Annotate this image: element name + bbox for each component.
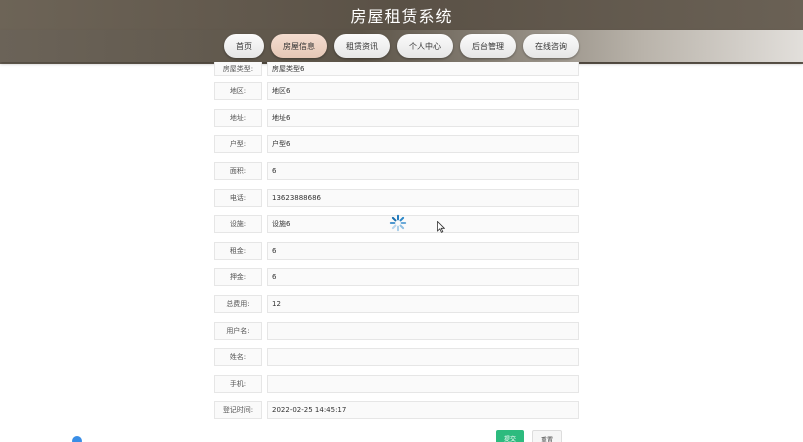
- deposit-label: 押金:: [214, 268, 262, 287]
- rent-label: 租金:: [214, 241, 262, 260]
- form-row-area: 面积: 6: [214, 158, 579, 185]
- layout-field[interactable]: 户型6: [267, 135, 579, 154]
- layout-label: 户型:: [214, 135, 262, 154]
- form-row-region: 地区: 地区6: [214, 78, 579, 105]
- nav-home-label: 首页: [236, 41, 252, 51]
- nav-admin-label: 后台管理: [472, 41, 504, 51]
- header: 房屋租赁系统 首页 房屋信息 租赁资讯 个人中心 后台管理 在线咨询: [0, 0, 803, 64]
- mouse-cursor-icon: [437, 221, 445, 233]
- phone-field[interactable]: 13623888686: [267, 188, 579, 207]
- reset-button[interactable]: 重置: [532, 430, 562, 442]
- address-label: 地址:: [214, 108, 262, 127]
- name-label: 姓名:: [214, 348, 262, 367]
- house-type-field[interactable]: 房屋类型6: [267, 62, 579, 76]
- register-time-field[interactable]: 2022-02-25 14:45:17: [267, 401, 579, 420]
- form-row-mobile: 手机:: [214, 371, 579, 398]
- page-title: 房屋租赁系统: [350, 7, 453, 26]
- nav-personal-center-label: 个人中心: [409, 41, 441, 51]
- nav-house-info[interactable]: 房屋信息: [271, 34, 327, 58]
- submit-button[interactable]: 提交: [496, 430, 524, 442]
- form-row-house-type: 房屋类型: 房屋类型6: [214, 62, 579, 78]
- area-label: 面积:: [214, 162, 262, 181]
- form-row-name: 姓名:: [214, 344, 579, 371]
- total-cost-field[interactable]: 12: [267, 295, 579, 314]
- region-field[interactable]: 地区6: [267, 82, 579, 101]
- nav-rental-news-label: 租赁资讯: [346, 41, 378, 51]
- deposit-field[interactable]: 6: [267, 268, 579, 287]
- nav-home[interactable]: 首页: [224, 34, 264, 58]
- mobile-label: 手机:: [214, 374, 262, 393]
- nav-personal-center[interactable]: 个人中心: [397, 34, 453, 58]
- facilities-field[interactable]: 设施6: [267, 215, 579, 234]
- total-cost-label: 总费用:: [214, 295, 262, 314]
- form-row-username: 用户名:: [214, 317, 579, 344]
- area-field[interactable]: 6: [267, 162, 579, 181]
- facilities-label: 设施:: [214, 215, 262, 234]
- form-actions: 提交 重置: [496, 430, 562, 442]
- form-row-total-cost: 总费用: 12: [214, 291, 579, 318]
- form-row-phone: 电话: 13623888686: [214, 184, 579, 211]
- loading-spinner-icon: [389, 214, 407, 232]
- nav-house-info-label: 房屋信息: [283, 41, 315, 51]
- form-row-register-time: 登记时间: 2022-02-25 14:45:17: [214, 397, 579, 424]
- form-row-deposit: 押金: 6: [214, 264, 579, 291]
- username-field[interactable]: [267, 321, 579, 340]
- address-field[interactable]: 地址6: [267, 108, 579, 127]
- form-row-rent: 租金: 6: [214, 238, 579, 265]
- house-type-label: 房屋类型:: [214, 62, 262, 76]
- form-row-layout: 户型: 户型6: [214, 131, 579, 158]
- nav-admin[interactable]: 后台管理: [460, 34, 516, 58]
- nav-bar: 首页 房屋信息 租赁资讯 个人中心 后台管理 在线咨询: [0, 30, 803, 62]
- floating-chat-icon[interactable]: [72, 436, 82, 442]
- nav-online-consult-label: 在线咨询: [535, 41, 567, 51]
- region-label: 地区:: [214, 82, 262, 101]
- house-detail-form: 房屋类型: 房屋类型6 地区: 地区6 地址: 地址6 户型: 户型6 面积: …: [214, 62, 579, 424]
- form-row-address: 地址: 地址6: [214, 105, 579, 132]
- nav-online-consult[interactable]: 在线咨询: [523, 34, 579, 58]
- title-bar: 房屋租赁系统: [0, 0, 803, 30]
- mobile-field[interactable]: [267, 374, 579, 393]
- username-label: 用户名:: [214, 321, 262, 340]
- register-time-label: 登记时间:: [214, 401, 262, 420]
- nav-rental-news[interactable]: 租赁资讯: [334, 34, 390, 58]
- phone-label: 电话:: [214, 188, 262, 207]
- rent-field[interactable]: 6: [267, 241, 579, 260]
- name-field[interactable]: [267, 348, 579, 367]
